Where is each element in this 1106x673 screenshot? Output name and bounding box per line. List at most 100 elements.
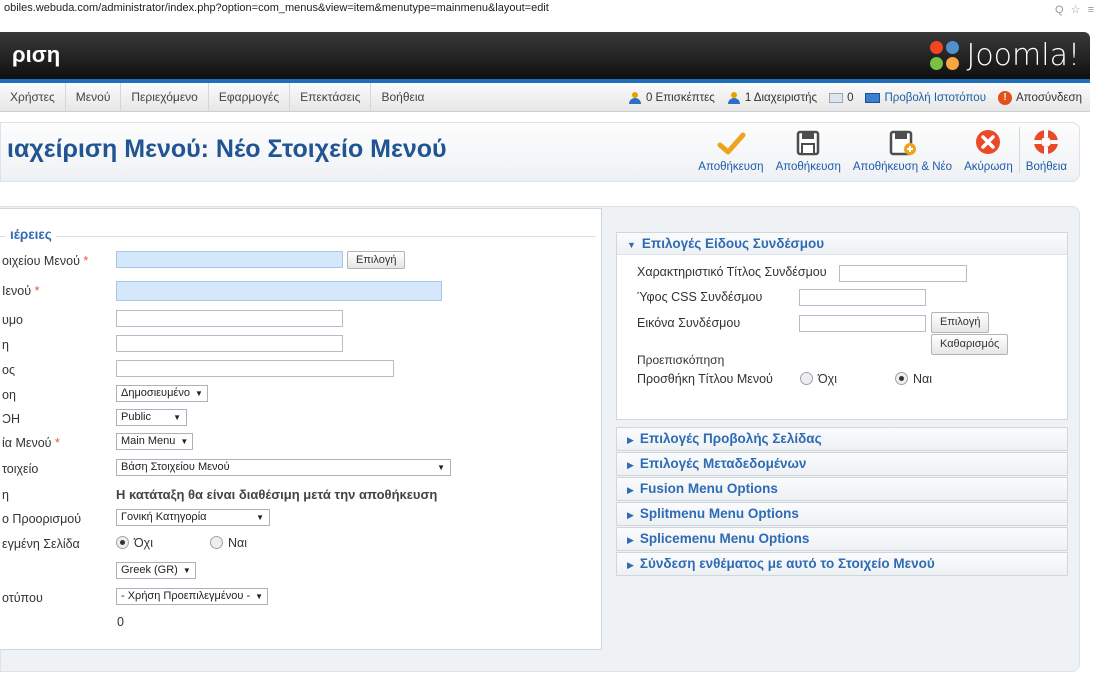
row-note: η <box>0 335 600 355</box>
details-fieldset: ιέρειες οιχείου Μενού * Επιλογή Ιενού * … <box>0 208 602 650</box>
menu-extensions[interactable]: Επεκτάσεις <box>290 83 372 112</box>
menu-help[interactable]: Βοήθεια <box>371 83 434 112</box>
template-select[interactable]: - Χρήση Προεπιλεγμένου - ▼ <box>116 588 269 605</box>
parent-select[interactable]: Βάση Στοιχείου Μενού ▼ <box>116 459 451 476</box>
label-access: ϽΗ <box>2 412 21 426</box>
collapsed-panel-module-assignment[interactable]: ▶ Σύνδεση ενθέματος με αυτό το Στοιχείο Μ… <box>616 552 1068 576</box>
cancel-button[interactable]: Ακύρωση <box>958 127 1019 173</box>
link-options-panel: ▼ Επιλογές Είδους Συνδέσμου Χαρακτηριστικ… <box>616 232 1068 420</box>
status-select[interactable]: Δημοσιευμένο ▼ <box>116 385 208 402</box>
menu-users[interactable]: Χρήστες <box>0 83 66 112</box>
item-type-select-button[interactable]: Επιλογή <box>347 251 406 269</box>
browser-icons[interactable]: Q ☆ ≡ <box>1055 3 1096 16</box>
admins-status: 1 Διαχειριστής <box>727 91 817 104</box>
label-template: οτύπου <box>2 591 43 605</box>
lifebuoy-icon <box>1029 127 1063 159</box>
dropdown-arrow-icon: ▼ <box>182 566 191 575</box>
logout-link[interactable]: ! Αποσύνδεση <box>998 90 1082 105</box>
link-options-header[interactable]: ▼ Επιλογές Είδους Συνδέσμου <box>617 233 1067 255</box>
collapsed-triangle-icon: ▶ <box>627 460 634 470</box>
collapsed-triangle-icon: ▶ <box>627 535 634 545</box>
save-button[interactable]: Αποθήκευση <box>770 127 847 173</box>
status-bar: 0 Επισκέπτες 1 Διαχειριστής 0 Προβολή Ισ… <box>628 83 1082 112</box>
default-yes-option[interactable]: Ναι <box>210 536 247 550</box>
required-star: * <box>83 254 89 268</box>
floppy-plus-icon <box>885 127 919 159</box>
dropdown-arrow-icon: ▼ <box>180 437 189 446</box>
collapsed-panel-fusion[interactable]: ▶ Fusion Menu Options <box>616 477 1068 501</box>
menu-content[interactable]: Περιεχόμενο <box>121 83 209 112</box>
target-select[interactable]: Γονική Κατηγορία ▼ <box>116 509 270 526</box>
link-input[interactable] <box>116 360 394 377</box>
access-select[interactable]: Public ▼ <box>116 409 187 426</box>
link-title-attr-input[interactable] <box>839 265 967 282</box>
row-menu-title: Ιενού * <box>0 281 600 301</box>
row-alias: υμο <box>0 310 600 330</box>
label-preview: Προεπισκόπηση <box>637 353 725 367</box>
add-title-no-option[interactable]: Όχι <box>800 372 837 386</box>
label-link-title-attr: Χαρακτηριστικό Τίτλος Συνδέσμου <box>637 265 827 279</box>
css-style-input[interactable] <box>799 289 926 306</box>
radio-no[interactable] <box>116 536 129 549</box>
cancel-icon <box>971 127 1005 159</box>
collapsed-panel-metadata[interactable]: ▶ Επιλογές Μεταδεδομένων <box>616 452 1068 476</box>
dropdown-arrow-icon: ▼ <box>255 592 264 601</box>
label-ordering: η <box>2 488 9 502</box>
label-status: οη <box>2 388 16 402</box>
label-parent: τοιχείο <box>2 462 39 476</box>
details-legend: ιέρειες <box>6 227 56 242</box>
label-target: ο Προορισμού <box>2 512 82 526</box>
floppy-icon <box>791 127 825 159</box>
save-new-button[interactable]: Αποθήκευση & Νέο <box>847 127 958 173</box>
menu-title-input[interactable] <box>116 281 442 301</box>
view-site-link[interactable]: Προβολή Ιστοτόπου <box>865 92 986 104</box>
radio-yes[interactable] <box>895 372 908 385</box>
site-title: ριση <box>12 42 61 67</box>
dropdown-arrow-icon: ▼ <box>437 463 445 472</box>
label-menu-location: ία Μενού <box>2 436 52 450</box>
collapsed-triangle-icon: ▶ <box>627 485 634 495</box>
dropdown-arrow-icon: ▼ <box>256 513 264 522</box>
language-select[interactable]: Greek (GR) ▼ <box>116 562 196 579</box>
logout-icon: ! <box>998 90 1012 105</box>
image-clear-button[interactable]: Καθαρισμός <box>931 334 1009 355</box>
add-title-yes-option[interactable]: Ναι <box>895 372 932 386</box>
collapsed-triangle-icon: ▶ <box>627 510 634 520</box>
menu-location-select[interactable]: Main Menu ▼ <box>116 433 194 450</box>
admin-menubar: Χρήστες Μενού Περιεχόμενο Εφαρμογές Επεκ… <box>0 83 1090 112</box>
required-star: * <box>54 436 60 450</box>
screen-icon <box>865 92 881 103</box>
collapsed-panel-splitmenu[interactable]: ▶ Splitmenu Menu Options <box>616 502 1068 526</box>
item-type-input[interactable] <box>116 251 343 268</box>
expanded-triangle-icon: ▼ <box>627 240 636 250</box>
link-image-input[interactable] <box>799 315 926 332</box>
label-link-image: Εικόνα Συνδέσμου <box>637 316 741 330</box>
radio-yes[interactable] <box>210 536 223 549</box>
row-status: οη Δημοσιευμένο ▼ <box>0 385 600 405</box>
image-select-button[interactable]: Επιλογή <box>931 312 990 333</box>
default-no-option[interactable]: Όχι <box>116 536 153 550</box>
label-link: ος <box>2 363 15 377</box>
page-title: ιαχείριση Μενού: Νέο Στοιχείο Μενού <box>7 135 447 163</box>
page-root: obiles.webuda.com/administrator/index.ph… <box>0 0 1106 673</box>
row-menu-location: ία Μενού * Main Menu ▼ <box>0 433 600 453</box>
label-add-menu-title: Προσθήκη Τίτλου Μενού <box>637 372 773 386</box>
address-bar[interactable]: obiles.webuda.com/administrator/index.ph… <box>0 0 1106 22</box>
url-text[interactable]: obiles.webuda.com/administrator/index.ph… <box>4 2 549 14</box>
title-box: ιαχείριση Μενού: Νέο Στοιχείο Μενού Αποθ… <box>0 122 1080 182</box>
help-button[interactable]: Βοήθεια <box>1018 127 1073 173</box>
messages-status[interactable]: 0 <box>829 92 853 104</box>
menu-menus[interactable]: Μενού <box>66 83 122 112</box>
radio-no[interactable] <box>800 372 813 385</box>
save-close-button[interactable]: Αποθήκευση <box>692 127 769 173</box>
ordering-note: Η κατάταξη θα είναι διαθέσιμη μετά την α… <box>116 487 438 502</box>
menu-components[interactable]: Εφαρμογές <box>209 83 291 112</box>
collapsed-panel-page-display[interactable]: ▶ Επιλογές Προβολής Σελίδας <box>616 427 1068 451</box>
note-input[interactable] <box>116 335 343 352</box>
row-item-type: οιχείου Μενού * Επιλογή <box>0 251 600 271</box>
row-parent: τοιχείο Βάση Στοιχείου Μενού ▼ <box>0 459 600 479</box>
collapsed-panel-splicemenu[interactable]: ▶ Splicemenu Menu Options <box>616 527 1068 551</box>
dropdown-arrow-icon: ▼ <box>173 413 181 422</box>
alias-input[interactable] <box>116 310 343 327</box>
joomla-logo-icon <box>930 40 960 71</box>
